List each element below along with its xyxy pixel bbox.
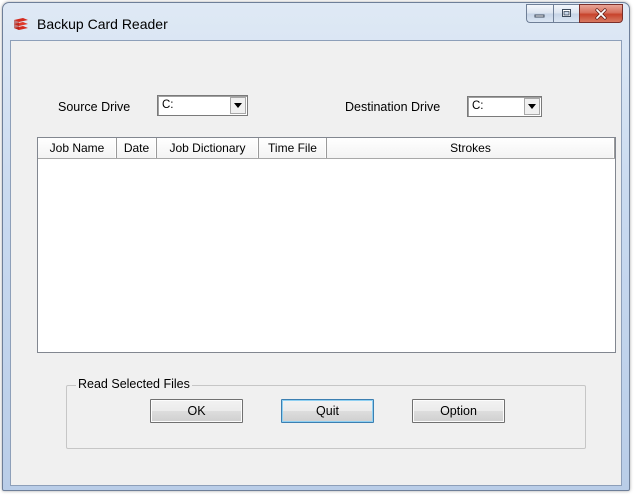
option-button[interactable]: Option	[412, 399, 505, 423]
column-header-strokes[interactable]: Strokes	[327, 138, 615, 158]
quit-button[interactable]: Quit	[281, 399, 374, 423]
destination-drive-value: C:	[472, 100, 484, 112]
column-header-date[interactable]: Date	[117, 138, 157, 158]
close-button[interactable]	[579, 4, 623, 23]
group-title: Read Selected Files	[76, 377, 192, 391]
destination-drive-label: Destination Drive	[345, 100, 441, 114]
column-header-time-file[interactable]: Time File	[259, 138, 327, 158]
files-list[interactable]: Job Name Date Job Dictionary Time File S…	[37, 137, 616, 353]
source-drive-value: C:	[162, 99, 174, 111]
caption-buttons	[526, 4, 623, 25]
maximize-icon	[561, 9, 571, 17]
source-drive-select[interactable]: C:	[157, 95, 248, 116]
minimize-icon	[534, 14, 545, 17]
chevron-down-icon	[234, 103, 242, 108]
app-window: Backup Card Reader Source Drive C: Desti…	[2, 2, 630, 491]
title-bar[interactable]: Backup Card Reader	[3, 3, 629, 41]
close-icon	[595, 7, 607, 20]
maximize-button[interactable]	[553, 4, 579, 23]
chevron-down-icon	[528, 104, 536, 109]
destination-drive-dropdown-button[interactable]	[524, 98, 540, 115]
window-title: Backup Card Reader	[37, 16, 168, 32]
app-icon[interactable]	[13, 17, 29, 33]
destination-drive-select[interactable]: C:	[467, 96, 542, 117]
client-area: Source Drive C: Destination Drive C: Job…	[10, 40, 622, 486]
source-drive-dropdown-button[interactable]	[230, 97, 246, 114]
read-selected-files-group: Read Selected Files OK Quit Option	[66, 377, 586, 449]
column-header-job-name[interactable]: Job Name	[38, 138, 117, 158]
minimize-button[interactable]	[526, 4, 553, 23]
source-drive-label: Source Drive	[58, 100, 131, 114]
files-list-header: Job Name Date Job Dictionary Time File S…	[38, 138, 615, 159]
ok-button[interactable]: OK	[150, 399, 243, 423]
column-header-job-dictionary[interactable]: Job Dictionary	[157, 138, 259, 158]
